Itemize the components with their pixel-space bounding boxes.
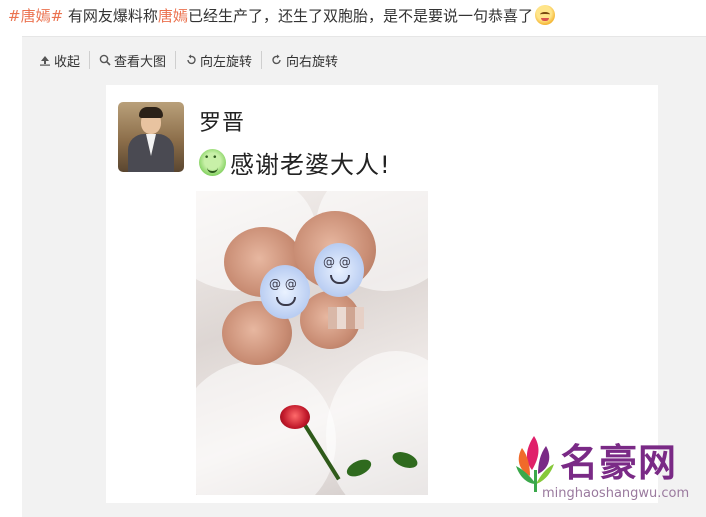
author-name: 罗晋 — [199, 111, 246, 136]
watermark-url: minghaoshangwu.com — [542, 486, 690, 501]
smile-emoji-icon — [199, 149, 226, 176]
rose — [280, 405, 310, 429]
rotate-right-icon — [272, 54, 281, 65]
rotate-left-label: 向左旋转 — [200, 54, 253, 70]
rotate-left-icon — [187, 54, 196, 65]
collapse-icon — [40, 56, 50, 66]
author-avatar — [118, 102, 184, 172]
mention-link[interactable]: 唐嫣 — [158, 7, 188, 25]
view-large-button[interactable]: 查看大图 — [90, 51, 177, 70]
yum-emoji-icon — [534, 5, 555, 25]
site-watermark: 名豪网 minghaoshangwu.com — [512, 420, 702, 512]
collapse-label: 收起 — [54, 54, 81, 70]
caption-row: 感谢老婆大人! — [199, 145, 391, 180]
post-text-part: 有网友爆料称 — [63, 7, 158, 25]
mosaic-blur — [328, 307, 364, 329]
face-sticker-right — [314, 243, 364, 297]
face-sticker-left — [260, 265, 310, 319]
collapse-button[interactable]: 收起 — [30, 51, 91, 70]
caption-text: 感谢老婆大人! — [230, 151, 391, 179]
twins-photo — [196, 191, 428, 495]
magnifier-icon — [99, 54, 111, 66]
watermark-title: 名豪网 — [560, 441, 678, 485]
post-text-part: 已经生产了，还生了双胞胎，是不是要说一句恭喜了 — [187, 7, 533, 25]
image-toolbar: 收起 查看大图 向左旋转 向右旋转 — [30, 49, 347, 71]
post-text: #唐嫣# 有网友爆料称唐嫣已经生产了，还生了双胞胎，是不是要说一句恭喜了 — [8, 4, 698, 28]
hashtag-link[interactable]: #唐嫣# — [8, 7, 63, 25]
view-large-label: 查看大图 — [114, 54, 167, 70]
rotate-left-button[interactable]: 向左旋转 — [176, 51, 263, 70]
rotate-right-button[interactable]: 向右旋转 — [262, 51, 347, 70]
rotate-right-label: 向右旋转 — [286, 54, 339, 70]
